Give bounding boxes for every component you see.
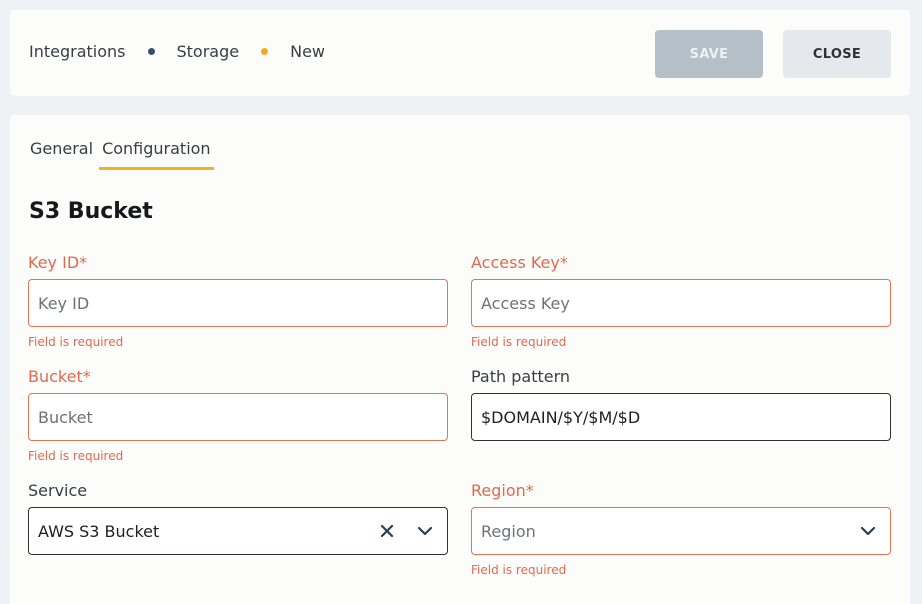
- key-id-placeholder: Key ID: [38, 293, 90, 313]
- tab-bar: General Configuration: [30, 139, 220, 170]
- chevron-down-icon[interactable]: [415, 521, 435, 541]
- access-key-label: Access Key*: [471, 253, 568, 272]
- region-error: Field is required: [471, 563, 567, 577]
- path-pattern-field: Path pattern $DOMAIN/$Y/$M/$D: [471, 367, 891, 441]
- region-field: Region* Region Field is required: [471, 481, 891, 577]
- save-button[interactable]: SAVE: [655, 30, 763, 78]
- key-id-input[interactable]: Key ID: [28, 279, 448, 327]
- chevron-down-icon[interactable]: [858, 521, 878, 541]
- breadcrumb-integrations[interactable]: Integrations: [29, 42, 126, 61]
- service-value: AWS S3 Bucket: [38, 521, 160, 541]
- region-placeholder: Region: [481, 521, 536, 541]
- service-label: Service: [28, 481, 88, 500]
- path-pattern-label: Path pattern: [471, 367, 571, 386]
- breadcrumb-separator-dot: [261, 48, 269, 55]
- close-button[interactable]: CLOSE: [783, 30, 891, 78]
- breadcrumb-new: New: [290, 42, 326, 61]
- form-panel: General Configuration S3 Bucket Key ID* …: [10, 115, 910, 604]
- bucket-field: Bucket* Bucket Field is required: [28, 367, 448, 463]
- bucket-label: Bucket*: [28, 367, 91, 386]
- path-pattern-input[interactable]: $DOMAIN/$Y/$M/$D: [471, 393, 891, 441]
- key-id-field: Key ID* Key ID Field is required: [28, 253, 448, 349]
- bucket-input[interactable]: Bucket: [28, 393, 448, 441]
- access-key-placeholder: Access Key: [481, 293, 570, 313]
- breadcrumb-storage[interactable]: Storage: [177, 42, 240, 61]
- tab-configuration[interactable]: Configuration: [99, 139, 214, 170]
- region-select[interactable]: Region: [471, 507, 891, 555]
- path-pattern-value: $DOMAIN/$Y/$M/$D: [481, 407, 641, 427]
- clear-icon[interactable]: [377, 521, 397, 541]
- tab-general[interactable]: General: [30, 139, 96, 170]
- page-header: Integrations Storage New SAVE CLOSE: [10, 10, 910, 96]
- service-field: Service AWS S3 Bucket: [28, 481, 448, 555]
- section-title: S3 Bucket: [29, 199, 153, 224]
- access-key-field: Access Key* Access Key Field is required: [471, 253, 891, 349]
- breadcrumb: Integrations Storage New: [29, 42, 325, 61]
- key-id-error: Field is required: [28, 335, 124, 349]
- key-id-label: Key ID*: [28, 253, 88, 272]
- bucket-error: Field is required: [28, 449, 124, 463]
- region-label: Region*: [471, 481, 534, 500]
- bucket-placeholder: Bucket: [38, 407, 93, 427]
- access-key-error: Field is required: [471, 335, 567, 349]
- access-key-input[interactable]: Access Key: [471, 279, 891, 327]
- breadcrumb-separator-dot: [147, 48, 155, 55]
- service-select[interactable]: AWS S3 Bucket: [28, 507, 448, 555]
